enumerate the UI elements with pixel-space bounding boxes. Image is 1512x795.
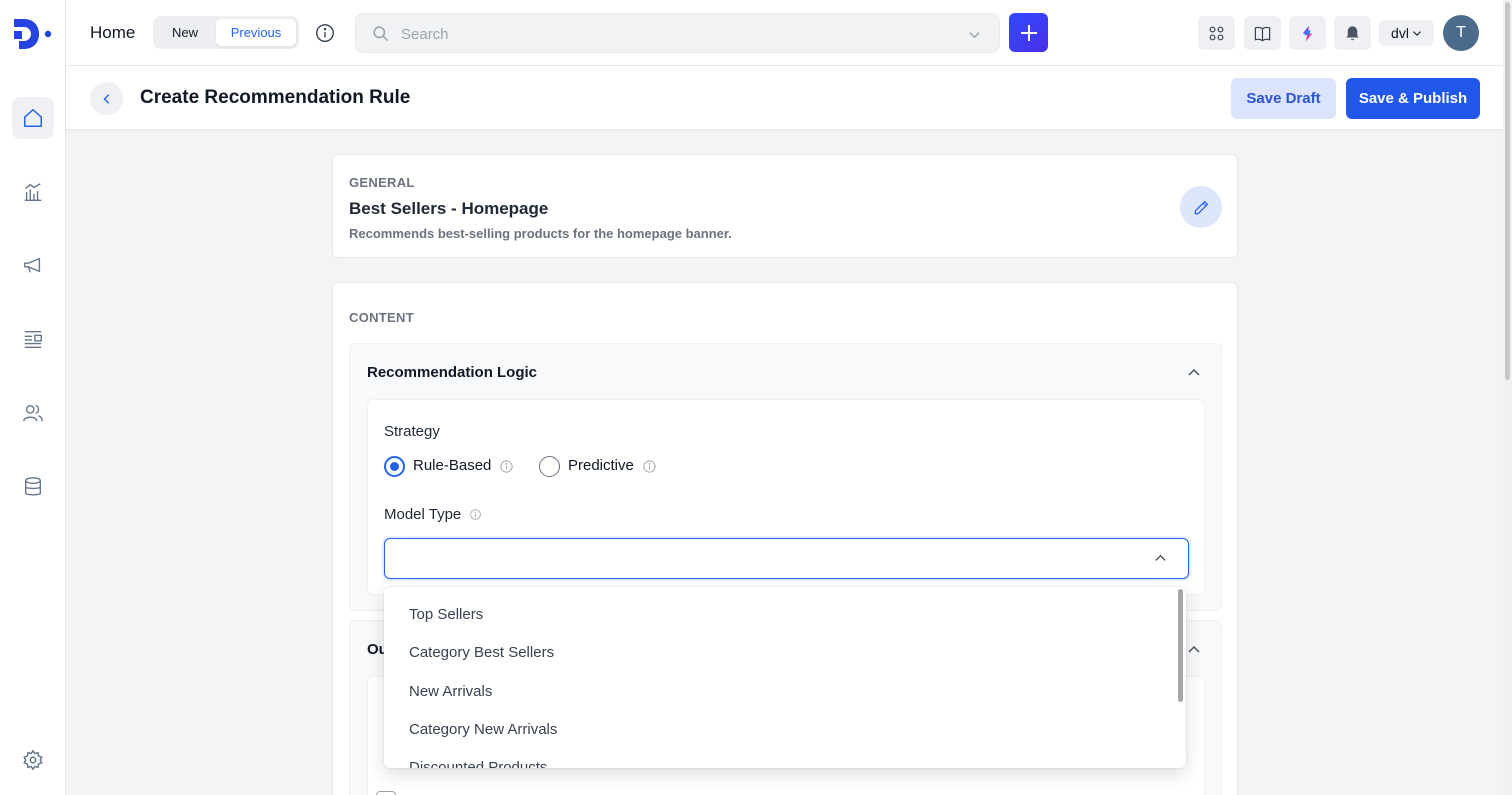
dropdown-option[interactable]: Top Sellers	[409, 606, 483, 623]
sidebar-item-campaigns[interactable]	[12, 244, 54, 286]
checkbox[interactable]	[376, 791, 396, 795]
chevron-up-icon[interactable]	[1187, 643, 1201, 657]
apps-button[interactable]	[1198, 16, 1235, 50]
chevron-up-icon[interactable]	[1187, 366, 1201, 380]
page-title: Create Recommendation Rule	[140, 87, 411, 108]
rule-description: Recommends best-selling products for the…	[349, 226, 732, 241]
top-header: Home New Previous dvl T	[66, 0, 1512, 66]
info-icon[interactable]	[642, 459, 657, 474]
home-title[interactable]: Home	[90, 23, 135, 43]
users-icon	[23, 404, 43, 422]
dropdown-scrollbar[interactable]	[1178, 589, 1183, 702]
search-input[interactable]	[401, 23, 941, 45]
create-button[interactable]	[1009, 13, 1048, 52]
general-card: GENERAL Best Sellers - Homepage Recommen…	[332, 154, 1238, 258]
analytics-icon	[24, 183, 42, 201]
info-icon[interactable]	[469, 508, 482, 521]
dropdown-option[interactable]: New Arrivals	[409, 683, 492, 700]
chevron-up-icon	[1155, 554, 1166, 561]
sidebar-item-audience[interactable]	[12, 392, 54, 434]
sidebar-item-settings[interactable]	[12, 739, 54, 781]
brand-logo[interactable]	[12, 17, 54, 51]
sidebar-item-content[interactable]	[12, 318, 54, 360]
workspace-select[interactable]: dvl	[1379, 20, 1434, 46]
pencil-icon	[1194, 200, 1208, 214]
rule-based-label[interactable]: Rule-Based	[413, 457, 491, 474]
model-type-dropdown: Top Sellers Category Best Sellers New Ar…	[384, 587, 1186, 768]
info-icon[interactable]	[499, 459, 514, 474]
model-type-select[interactable]	[384, 538, 1189, 579]
search-bar[interactable]	[355, 13, 1000, 53]
book-icon	[1254, 26, 1271, 41]
page-header: Create Recommendation Rule Save Draft Sa…	[66, 66, 1503, 130]
bell-icon	[1346, 25, 1359, 40]
sidebar-item-data[interactable]	[12, 466, 54, 508]
megaphone-icon	[24, 257, 41, 273]
toggle-previous[interactable]: Previous	[216, 19, 296, 46]
save-draft-button[interactable]: Save Draft	[1231, 78, 1336, 119]
info-icon[interactable]	[314, 22, 336, 44]
chevron-down-icon[interactable]	[968, 28, 981, 41]
dropdown-option[interactable]: Category Best Sellers	[409, 644, 554, 661]
save-publish-button[interactable]: Save & Publish	[1346, 78, 1480, 119]
ai-assistant-button[interactable]	[1289, 16, 1326, 50]
sidebar-item-home[interactable]	[12, 97, 54, 139]
radio-rule-based[interactable]	[384, 456, 405, 477]
database-icon	[24, 477, 42, 496]
content-section-label: CONTENT	[349, 310, 414, 325]
dropdown-option[interactable]: Discounted Products	[409, 759, 547, 768]
chevron-left-icon	[102, 93, 109, 104]
home-icon	[24, 109, 42, 127]
grid-icon	[1209, 26, 1224, 40]
avatar[interactable]: T	[1443, 15, 1479, 51]
edit-general-button[interactable]	[1180, 186, 1222, 228]
logic-form: Strategy Rule-Based Predictive Model Typ…	[367, 399, 1205, 595]
list-icon	[24, 330, 42, 348]
scrollbar-thumb[interactable]	[1505, 2, 1510, 380]
toggle-new[interactable]: New	[156, 19, 214, 46]
page-scrollbar[interactable]	[1503, 0, 1512, 795]
search-icon	[373, 26, 389, 42]
sidebar-item-analytics[interactable]	[12, 171, 54, 213]
recommendation-logic-panel: Recommendation Logic Strategy Rule-Based…	[349, 343, 1222, 611]
workspace-name: dvl	[1391, 25, 1409, 41]
model-type-label: Model Type	[384, 506, 462, 523]
gear-icon	[23, 749, 43, 771]
recommendation-logic-title[interactable]: Recommendation Logic	[367, 364, 537, 381]
radio-predictive[interactable]	[539, 456, 560, 477]
plus-icon	[1020, 24, 1037, 41]
strategy-label: Strategy	[384, 423, 440, 440]
sidebar	[0, 0, 66, 795]
dropdown-option[interactable]: Category New Arrivals	[409, 721, 557, 738]
notifications-button[interactable]	[1334, 16, 1371, 50]
general-section-label: GENERAL	[349, 175, 415, 190]
rule-name: Best Sellers - Homepage	[349, 199, 549, 218]
back-button[interactable]	[90, 82, 123, 115]
ai-assistant-icon	[1302, 25, 1313, 41]
docs-button[interactable]	[1244, 16, 1281, 50]
chevron-down-icon	[1413, 31, 1421, 36]
view-toggle: New Previous	[153, 16, 299, 49]
predictive-label[interactable]: Predictive	[568, 457, 634, 474]
